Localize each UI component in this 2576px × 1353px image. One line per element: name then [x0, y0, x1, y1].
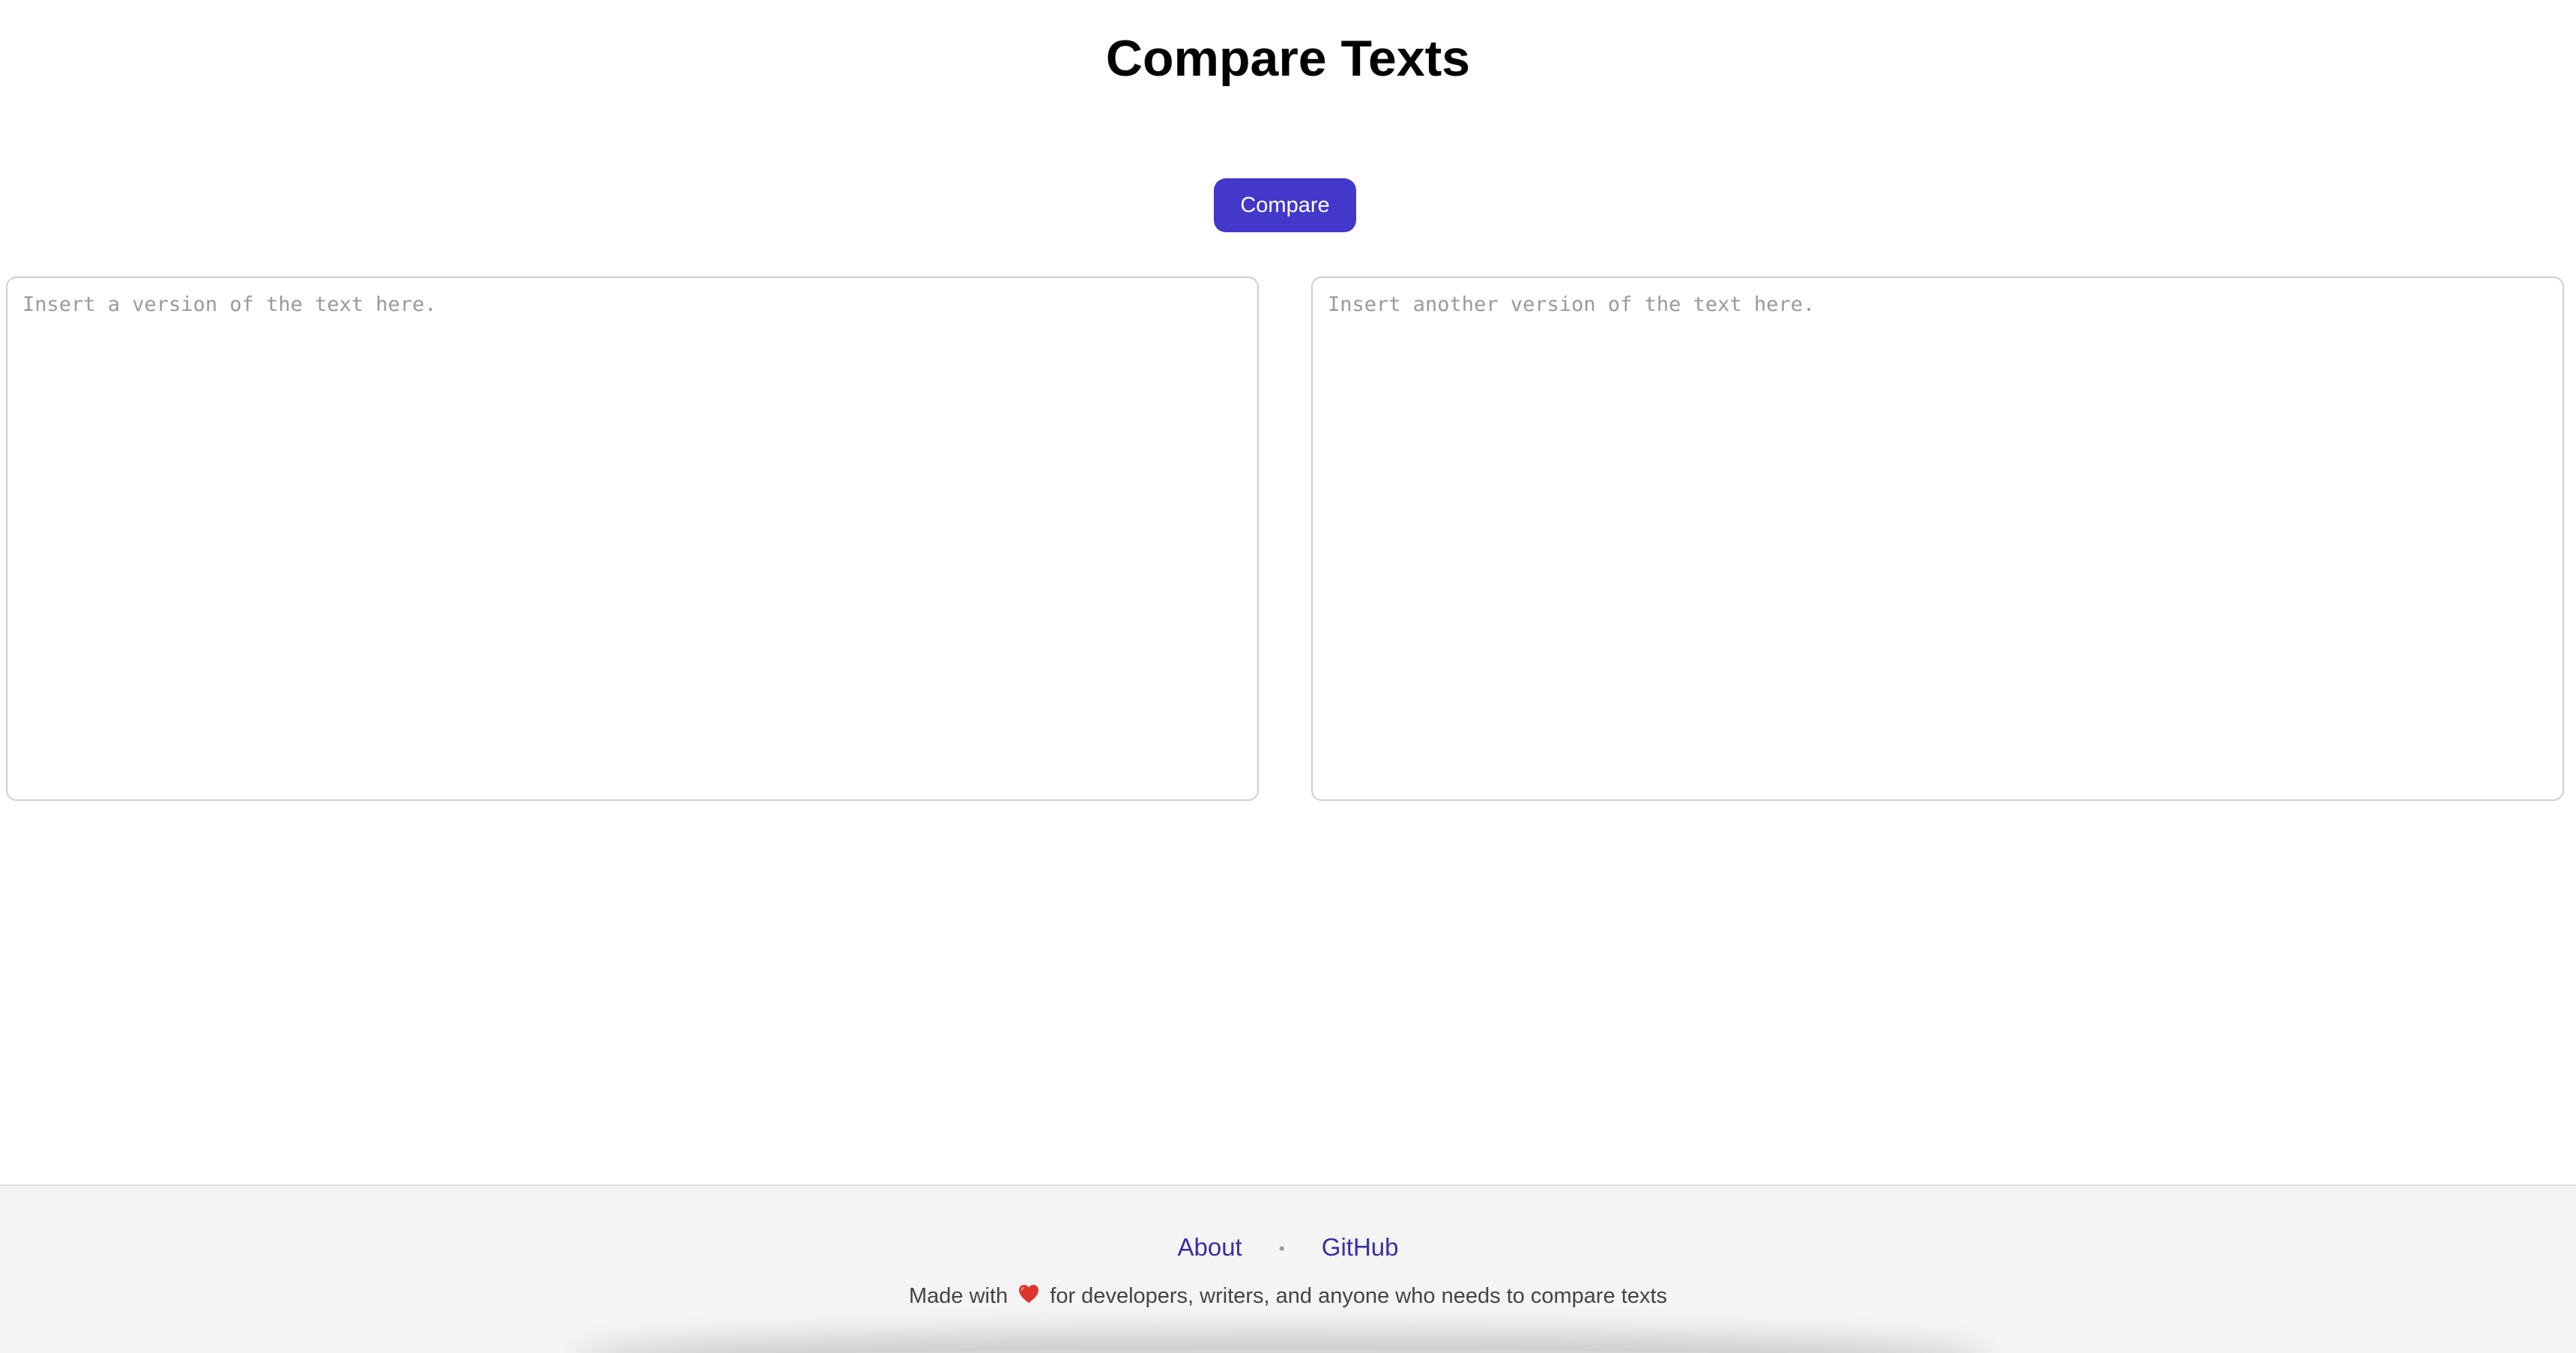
compare-button[interactable]: Compare	[1214, 178, 1356, 232]
footer: About • GitHub Made with for developers,…	[0, 1184, 2576, 1353]
footer-links: About • GitHub	[0, 1231, 2576, 1265]
footer-tagline: Made with for developers, writers, and a…	[0, 1281, 2576, 1312]
tagline-prefix: Made with	[908, 1284, 1009, 1308]
modified-text-input[interactable]	[1311, 276, 2564, 801]
footer-separator: •	[1278, 1239, 1285, 1259]
page-title: Compare Texts	[1105, 30, 1471, 87]
github-link[interactable]: GitHub	[1322, 1233, 1399, 1261]
floating-panel-edge	[584, 1349, 1978, 1353]
heart-icon	[1018, 1282, 1039, 1312]
original-text-input[interactable]	[6, 276, 1259, 801]
about-link[interactable]: About	[1177, 1233, 1242, 1261]
tagline-suffix: for developers, writers, and anyone who …	[1050, 1284, 1668, 1308]
